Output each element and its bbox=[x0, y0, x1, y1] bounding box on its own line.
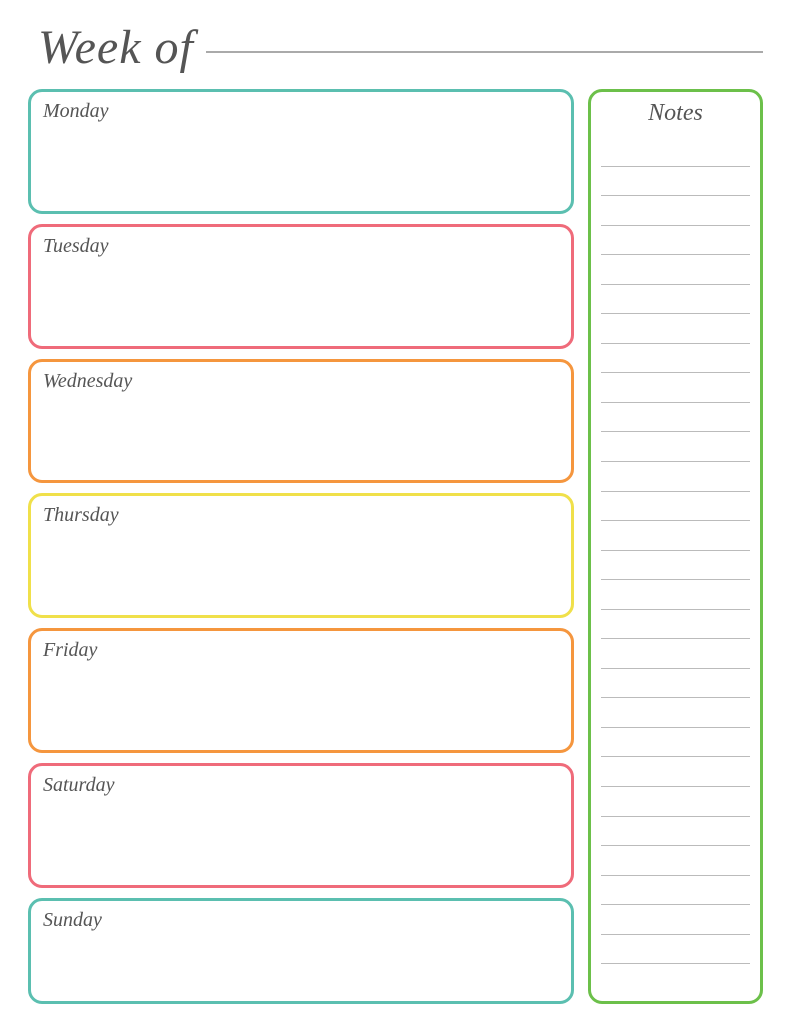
notes-line bbox=[601, 875, 750, 876]
day-box-wednesday[interactable]: Wednesday bbox=[28, 359, 574, 484]
header: Week of bbox=[28, 20, 763, 75]
notes-line bbox=[601, 372, 750, 373]
day-label-monday: Monday bbox=[43, 100, 109, 122]
notes-column[interactable]: Notes bbox=[588, 89, 763, 1004]
notes-line bbox=[601, 727, 750, 728]
notes-line bbox=[601, 638, 750, 639]
day-label-sunday: Sunday bbox=[43, 909, 102, 931]
day-label-thursday: Thursday bbox=[43, 504, 119, 526]
notes-line bbox=[601, 550, 750, 551]
day-box-thursday[interactable]: Thursday bbox=[28, 493, 574, 618]
day-box-sunday[interactable]: Sunday bbox=[28, 898, 574, 1004]
days-column: Monday Tuesday Wednesday Thursday Friday Satu… bbox=[28, 89, 574, 1004]
notes-line bbox=[601, 816, 750, 817]
notes-line bbox=[601, 697, 750, 698]
notes-line bbox=[601, 934, 750, 935]
page-title: Week of bbox=[38, 20, 194, 75]
day-label-friday: Friday bbox=[43, 639, 97, 661]
notes-line bbox=[601, 284, 750, 285]
notes-line bbox=[601, 195, 750, 196]
day-label-saturday: Saturday bbox=[43, 774, 114, 796]
notes-line bbox=[601, 786, 750, 787]
day-label-tuesday: Tuesday bbox=[43, 235, 109, 257]
day-box-tuesday[interactable]: Tuesday bbox=[28, 224, 574, 349]
day-label-wednesday: Wednesday bbox=[43, 370, 132, 392]
notes-line bbox=[601, 609, 750, 610]
notes-line bbox=[601, 668, 750, 669]
notes-line bbox=[601, 756, 750, 757]
notes-line bbox=[601, 254, 750, 255]
header-underline bbox=[206, 51, 763, 53]
weekly-planner-page: Week of Monday Tuesday Wednesday Thursday Fr… bbox=[0, 0, 791, 1024]
day-box-monday[interactable]: Monday bbox=[28, 89, 574, 214]
main-content: Monday Tuesday Wednesday Thursday Friday Satu… bbox=[28, 89, 763, 1004]
notes-line bbox=[601, 963, 750, 964]
day-box-saturday[interactable]: Saturday bbox=[28, 763, 574, 888]
notes-line bbox=[601, 166, 750, 167]
notes-line bbox=[601, 520, 750, 521]
notes-line bbox=[601, 431, 750, 432]
notes-line bbox=[601, 343, 750, 344]
notes-line bbox=[601, 491, 750, 492]
day-box-friday[interactable]: Friday bbox=[28, 628, 574, 753]
notes-line bbox=[601, 225, 750, 226]
notes-line bbox=[601, 845, 750, 846]
notes-title: Notes bbox=[648, 100, 703, 127]
notes-line bbox=[601, 402, 750, 403]
notes-line bbox=[601, 579, 750, 580]
notes-line bbox=[601, 461, 750, 462]
notes-lines bbox=[601, 137, 750, 993]
notes-line bbox=[601, 904, 750, 905]
notes-line bbox=[601, 313, 750, 314]
